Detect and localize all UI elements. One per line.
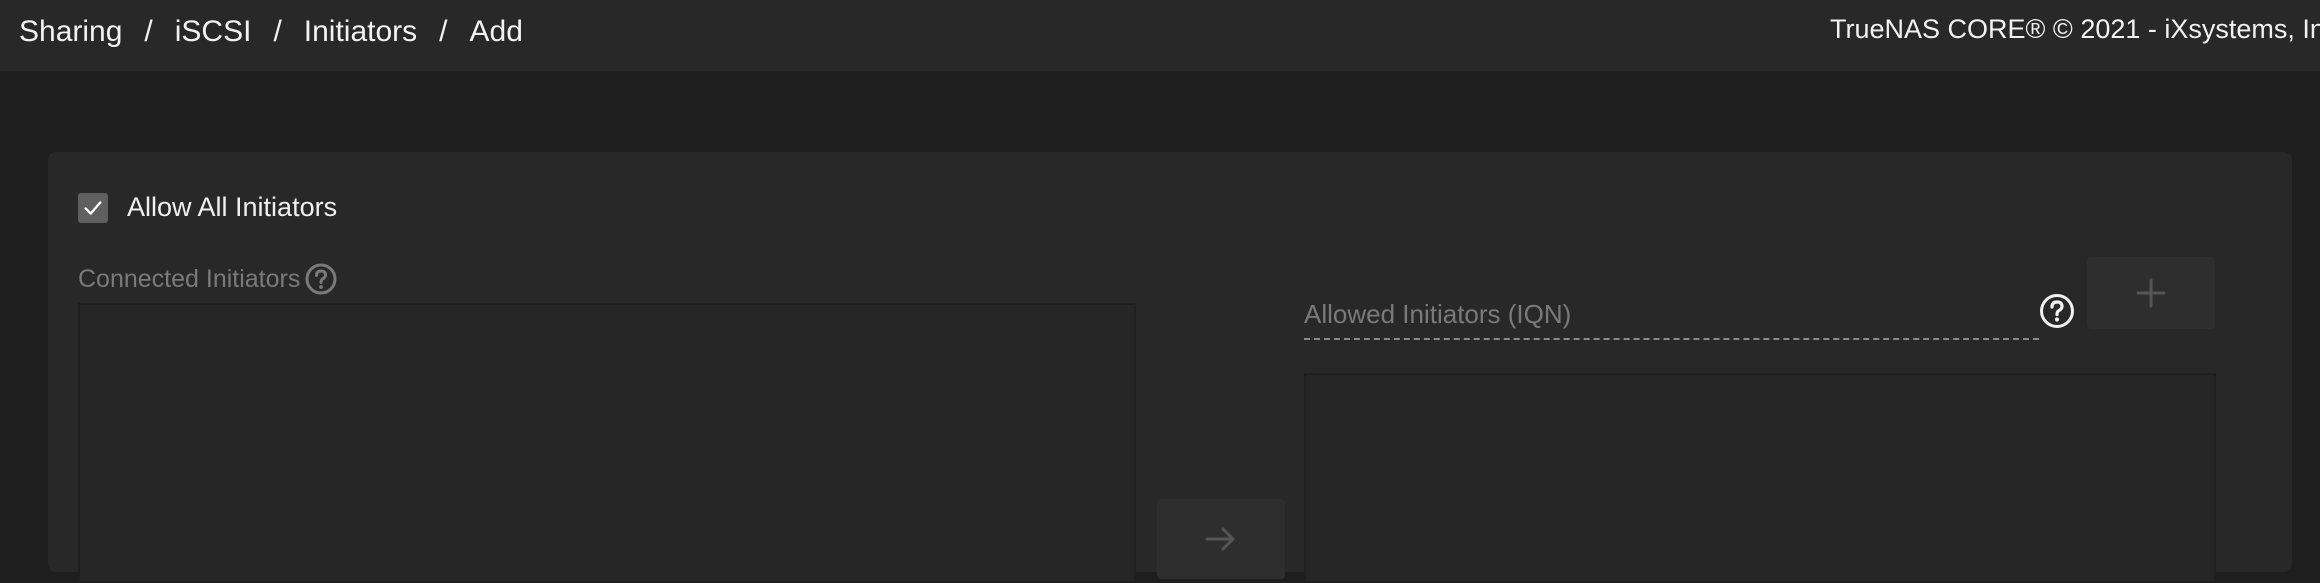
allow-all-initiators-checkbox[interactable] [78,192,108,223]
allow-all-initiators-row[interactable]: Allow All Initiators [78,192,337,223]
copyright-text: TrueNAS CORE® © 2021 - iXsystems, Inc. [1830,14,2320,44]
move-to-allowed-button[interactable] [1157,499,1285,579]
breadcrumb-separator: / [273,15,282,48]
arrow-right-icon [1205,527,1235,551]
add-initiator-button[interactable] [2087,257,2215,329]
breadcrumb-separator: / [439,15,448,48]
breadcrumb-item-initiators[interactable]: Initiators [304,15,417,49]
top-bar: Sharing / iSCSI / Initiators / Add TrueN… [0,0,2320,71]
breadcrumb-item-iscsi[interactable]: iSCSI [175,15,252,49]
breadcrumb-item-sharing[interactable]: Sharing [19,15,122,49]
breadcrumb-item-add: Add [469,15,523,48]
connected-initiators-list[interactable] [78,303,1136,583]
connected-initiators-label: Connected Initiators [78,264,301,293]
allow-all-initiators-label: Allow All Initiators [127,192,338,222]
allowed-initiators-input[interactable] [1304,290,2039,338]
check-icon [84,200,102,215]
connected-initiators-heading: Connected Initiators [78,262,338,296]
breadcrumb: Sharing / iSCSI / Initiators / Add [19,12,523,52]
allowed-initiators-field[interactable] [1304,290,2039,340]
allowed-initiators-list[interactable] [1304,373,2216,583]
help-circle-icon[interactable] [304,262,338,296]
help-circle-icon[interactable] [2038,292,2076,330]
plus-icon [2136,278,2166,308]
breadcrumb-separator: / [144,15,153,48]
